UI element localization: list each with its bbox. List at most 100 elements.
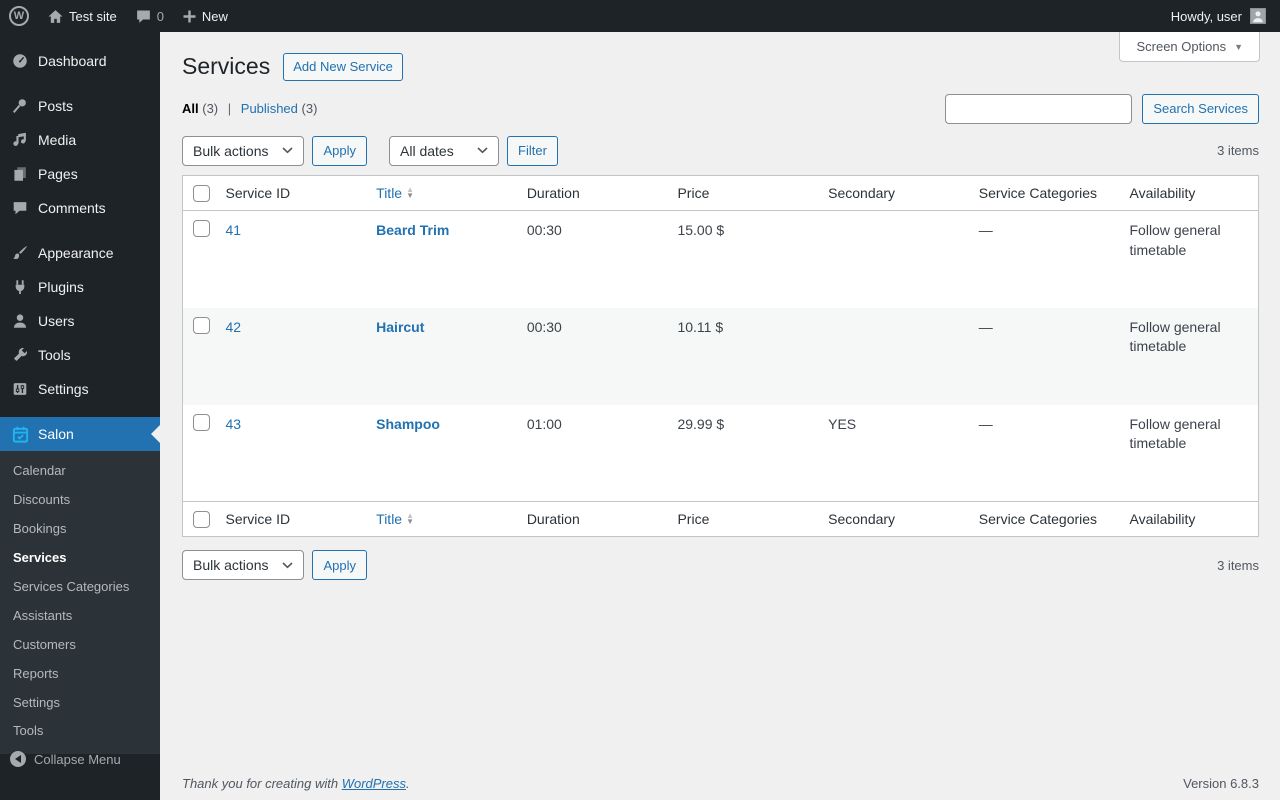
column-header-availability: Availability [1119, 175, 1259, 212]
sidebar-item-plugins[interactable]: Plugins [0, 270, 160, 304]
sidebar-item-label: Appearance [38, 245, 114, 261]
sidebar-item-tools[interactable]: Tools [0, 338, 160, 372]
service-title-link[interactable]: Haircut [376, 319, 424, 335]
dashboard-icon [10, 51, 30, 71]
title-sort-link[interactable]: Title ▲ ▼ [376, 184, 414, 202]
add-new-service-button[interactable]: Add New Service [283, 53, 403, 81]
items-count: 3 items [1217, 143, 1259, 159]
services-table: Service ID Title ▲ ▼ Duration Price Secon… [182, 174, 1259, 538]
calendar-check-icon [10, 424, 30, 444]
sidebar-item-users[interactable]: Users [0, 304, 160, 338]
apply-button[interactable]: Apply [312, 135, 368, 166]
comments-icon [10, 198, 30, 218]
footer-thanks-text: Thank you for creating with [182, 776, 339, 791]
secondary-cell [818, 308, 969, 405]
sidebar-item-appearance[interactable]: Appearance [0, 236, 160, 270]
filter-button[interactable]: Filter [507, 135, 558, 166]
search-services-button[interactable]: Search Services [1142, 93, 1259, 124]
price-cell: 10.11 $ [677, 318, 724, 335]
plus-icon [182, 9, 197, 24]
submenu-item-assistants[interactable]: Assistants [0, 602, 160, 631]
title-row: Services Add New Service [182, 52, 1259, 82]
submenu-item-customers[interactable]: Customers [0, 631, 160, 660]
service-title-link[interactable]: Shampoo [376, 416, 440, 432]
service-title-link[interactable]: Beard Trim [376, 222, 449, 238]
view-all-count: (3) [202, 101, 219, 117]
column-header-service-id: Service ID [215, 175, 367, 212]
tablenav-top: Bulk actions Apply All dates Filter 3 it… [182, 135, 1259, 166]
column-footer-service-id: Service ID [215, 501, 367, 537]
table-row: 42 Haircut 00:30 10.11 $ — Follow genera… [182, 307, 1259, 405]
menu-separator [0, 225, 160, 236]
admin-sidebar: Dashboard Posts Media Pages Comments App… [0, 32, 160, 800]
sidebar-item-label: Users [38, 313, 75, 329]
column-footer-categories: Service Categories [968, 501, 1120, 537]
bulk-actions-select[interactable]: Bulk actions [182, 135, 305, 166]
sidebar-item-comments[interactable]: Comments [0, 191, 160, 225]
admin-footer: Thank you for creating with WordPress. V… [182, 776, 1259, 791]
column-footer-availability: Availability [1119, 501, 1259, 537]
submenu-item-services-categories[interactable]: Services Categories [0, 573, 160, 602]
collapse-menu-label: Collapse Menu [34, 751, 121, 767]
submenu-item-discounts[interactable]: Discounts [0, 486, 160, 515]
new-content-menu[interactable]: New [173, 0, 237, 32]
wordpress-logo-menu[interactable]: W [0, 0, 38, 32]
select-all-checkbox[interactable] [193, 511, 210, 529]
categories-cell: — [978, 318, 993, 335]
site-name-label: Test site [69, 8, 117, 24]
view-separator: | [227, 101, 232, 117]
submenu-item-services[interactable]: Services [0, 544, 160, 573]
wrench-icon [10, 345, 30, 365]
row-checkbox[interactable] [193, 316, 210, 334]
new-label: New [201, 8, 228, 24]
availability-cell: Follow general timetable [1129, 415, 1221, 452]
sidebar-item-label: Dashboard [38, 53, 107, 69]
title-sort-link[interactable]: Title ▲ ▼ [376, 510, 414, 528]
sidebar-item-posts[interactable]: Posts [0, 89, 160, 123]
submenu-item-bookings[interactable]: Bookings [0, 515, 160, 544]
view-published-link[interactable]: Published [241, 101, 298, 116]
screen-options-button[interactable]: Screen Options ▼ [1119, 32, 1260, 62]
submenu-item-reports[interactable]: Reports [0, 660, 160, 689]
sidebar-item-dashboard[interactable]: Dashboard [0, 44, 160, 78]
media-icon [10, 130, 30, 150]
price-cell: 29.99 $ [677, 415, 725, 432]
row-checkbox[interactable] [193, 413, 210, 431]
view-all-link[interactable]: All [182, 101, 199, 116]
footer-period: . [406, 776, 410, 791]
page-title: Services [182, 53, 271, 79]
secondary-cell [818, 211, 969, 308]
user-icon [10, 311, 30, 331]
wordpress-logo-icon: W [9, 6, 29, 26]
pin-icon [10, 96, 30, 116]
sidebar-item-label: Plugins [38, 279, 84, 295]
sidebar-item-label: Salon [38, 426, 74, 442]
sidebar-item-salon[interactable]: Salon [0, 417, 160, 451]
select-all-checkbox[interactable] [193, 184, 210, 202]
column-footer-title: Title ▲ ▼ [366, 501, 517, 537]
submenu-item-calendar[interactable]: Calendar [0, 457, 160, 486]
bulk-actions-select-bottom[interactable]: Bulk actions [182, 550, 305, 581]
row-checkbox[interactable] [193, 220, 210, 238]
admin-bar: W Test site 0 New Howdy, user [0, 0, 1280, 32]
comments-menu[interactable]: 0 [126, 0, 173, 32]
sidebar-item-pages[interactable]: Pages [0, 157, 160, 191]
view-published-count: (3) [301, 101, 318, 117]
sidebar-item-label: Comments [38, 200, 106, 216]
service-id-link[interactable]: 43 [226, 416, 242, 432]
collapse-menu-button[interactable]: Collapse Menu [0, 742, 160, 776]
sidebar-item-media[interactable]: Media [0, 123, 160, 157]
comment-bubble-icon [135, 8, 152, 25]
home-icon [47, 8, 64, 25]
service-id-link[interactable]: 41 [226, 222, 242, 238]
submenu-item-settings[interactable]: Settings [0, 689, 160, 718]
screen-options-label: Screen Options [1136, 39, 1227, 54]
apply-button-bottom[interactable]: Apply [312, 550, 368, 581]
dates-filter-select[interactable]: All dates [389, 135, 500, 166]
site-name-menu[interactable]: Test site [38, 0, 126, 32]
service-id-link[interactable]: 42 [226, 319, 242, 335]
wordpress-link[interactable]: WordPress [342, 776, 406, 791]
search-input[interactable] [945, 93, 1133, 124]
sidebar-item-settings[interactable]: Settings [0, 372, 160, 406]
account-menu[interactable]: Howdy, user [1171, 0, 1280, 32]
